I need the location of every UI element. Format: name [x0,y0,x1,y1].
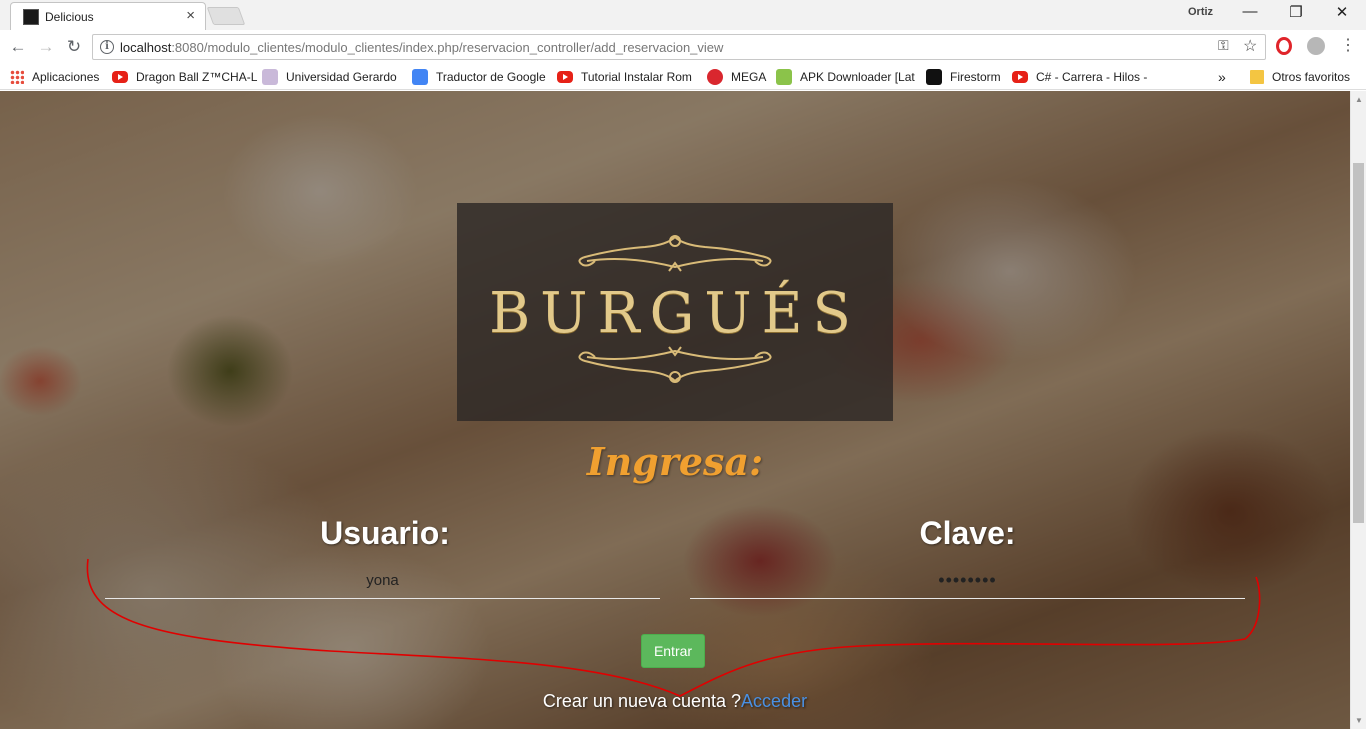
browser-tab[interactable]: Delicious × [10,2,206,30]
key-icon[interactable]: ⚿ [1218,37,1229,54]
scroll-up-icon[interactable]: ▲ [1355,95,1363,104]
url-host: localhost [120,40,172,55]
bookmark-label: Otros favoritos [1272,70,1351,84]
scroll-thumb[interactable] [1353,163,1364,523]
browser-menu-icon[interactable]: ⋮ [1340,35,1356,55]
site-favicon-icon [23,9,39,25]
profile-name[interactable]: Ortiz [1188,6,1213,18]
folder-icon [1250,70,1264,84]
new-tab-button[interactable] [206,7,246,25]
back-button[interactable]: ← [6,35,30,59]
register-text: Crear un nueva cuenta ? [542,691,742,711]
password-label: Clave: [919,515,1016,551]
bookmark-star-icon[interactable]: ☆ [1243,36,1257,56]
tab-strip: Delicious × Ortiz — ❐ ✕ [0,0,1366,30]
bookmarks-overflow-button[interactable]: » [1218,68,1226,86]
username-label: Usuario: [320,515,450,551]
extension-icon[interactable] [1307,37,1325,55]
restaurant-logo: BURGUÉS [457,203,893,421]
opera-extension-icon[interactable] [1276,37,1292,55]
close-window-button[interactable]: ✕ [1322,3,1362,21]
bottom-flourish-icon [578,346,772,383]
site-info-icon[interactable]: i [100,40,114,54]
university-icon [262,69,278,85]
firestorm-icon [926,69,942,85]
bookmark-apk-downloader[interactable]: APK Downloader [Lat [776,68,915,86]
bookmark-firestorm[interactable]: Firestorm [926,68,1001,86]
address-bar[interactable]: i localhost:8080/modulo_clientes/modulo_… [92,34,1266,60]
register-prompt: Crear un nueva cuenta ?Acceder [0,691,1350,712]
bookmark-traductor[interactable]: Traductor de Google [412,68,546,86]
restore-button[interactable]: ❐ [1276,3,1316,21]
bookmark-label: Traductor de Google [436,70,546,84]
password-input[interactable] [690,563,1245,599]
tab-close-icon[interactable]: × [186,7,195,24]
logo-text: BURGUÉS [489,281,861,346]
acceder-link[interactable]: Acceder [741,691,807,711]
google-translate-icon [412,69,428,85]
bookmark-label: C# - Carrera - Hilos - [1036,70,1148,84]
bookmark-tutorial[interactable]: Tutorial Instalar Rom [557,68,692,86]
scroll-down-icon[interactable]: ▼ [1355,716,1363,725]
minimize-button[interactable]: — [1230,3,1270,20]
username-input[interactable] [105,563,660,599]
browser-toolbar: ← → ↻ i localhost:8080/modulo_clientes/m… [0,30,1366,64]
bookmark-label: MEGA [731,70,767,84]
bookmark-label: Tutorial Instalar Rom [581,70,692,84]
mega-icon [707,69,723,85]
apk-icon [776,69,792,85]
youtube-icon [112,71,128,83]
bookmark-label: Firestorm [950,70,1001,84]
bookmark-label: Aplicaciones [32,70,100,84]
youtube-icon [1012,71,1028,83]
top-flourish-icon [578,235,772,272]
page-scrollbar[interactable]: ▲ ▼ [1350,91,1366,729]
forward-button[interactable]: → [34,35,58,59]
login-heading: Ingresa: [586,439,764,484]
url-text[interactable]: localhost:8080/modulo_clientes/modulo_cl… [120,40,723,55]
entrar-button[interactable]: Entrar [641,634,705,668]
page-background: BURGUÉS Ingresa: Usuario: Clave: Entrar … [0,91,1350,729]
bookmark-universidad[interactable]: Universidad Gerardo [262,68,397,86]
youtube-icon [557,71,573,83]
url-path: :8080/modulo_clientes/modulo_clientes/in… [171,40,724,55]
bookmark-label: Universidad Gerardo [286,70,397,84]
bookmark-otros-favoritos[interactable]: Otros favoritos [1250,68,1350,86]
bookmark-label: Dragon Ball Z™CHA-L [136,70,258,84]
bookmark-label: APK Downloader [Lat [800,70,915,84]
bookmark-mega[interactable]: MEGA [707,68,766,86]
tab-title: Delicious [45,10,94,24]
bookmark-csharp[interactable]: C# - Carrera - Hilos - [1012,68,1147,86]
apps-grid-icon [10,70,24,84]
bookmark-dragon-ball[interactable]: Dragon Ball Z™CHA-L [112,68,257,86]
bookmark-aplicaciones[interactable]: Aplicaciones [10,68,99,86]
reload-button[interactable]: ↻ [62,35,86,59]
bookmarks-bar: Aplicaciones Dragon Ball Z™CHA-L Univers… [0,64,1366,90]
